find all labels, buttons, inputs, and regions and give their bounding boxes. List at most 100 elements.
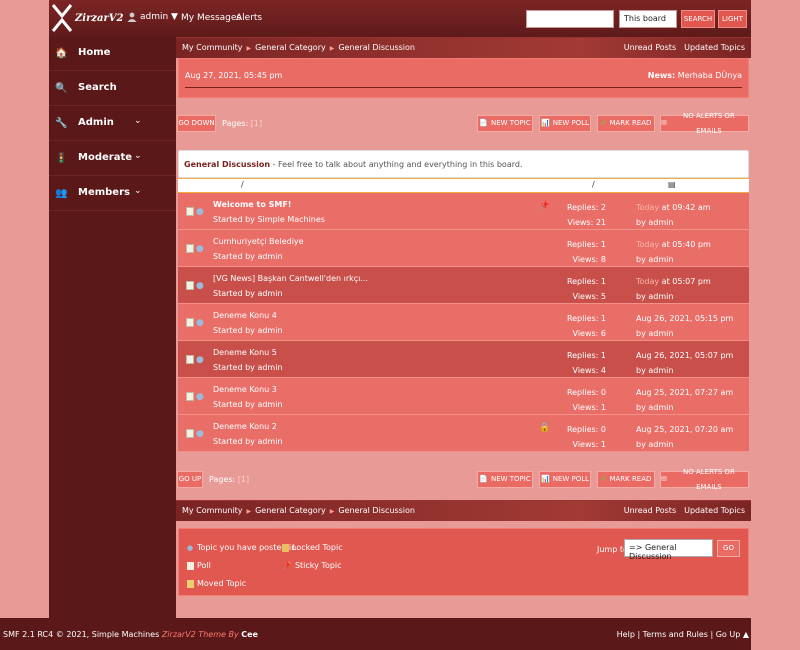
topic-title[interactable]: Deneme Konu 5 <box>213 348 277 357</box>
no-alerts-button[interactable]: ✉ NO ALERTS OR EMAILS <box>660 468 749 491</box>
updated-topics-link[interactable]: Updated Topics <box>684 43 745 52</box>
user-menu[interactable]: admin ▼ <box>127 12 178 22</box>
last-post-sort-icon[interactable]: ▤ <box>668 180 676 189</box>
views-count: Views: 1 <box>572 403 606 412</box>
last-post-author[interactable]: admin <box>648 218 673 227</box>
table-row[interactable]: ● Cumhuriyetçi Belediye Started by admin… <box>178 230 749 267</box>
footer-links[interactable]: Help | Terms and Rules | Go Up ▲ <box>617 630 749 639</box>
last-post-time[interactable]: Aug 25, 2021, 07:27 am <box>636 388 733 397</box>
topic-stats: Replies: 1 Views: 6 <box>563 311 606 341</box>
legend-item: Locked Topic <box>282 543 343 552</box>
last-post-time[interactable]: at 05:07 pm <box>659 277 711 286</box>
last-post-author[interactable]: admin <box>648 329 673 338</box>
last-post-author[interactable]: admin <box>648 255 673 264</box>
light-theme-button[interactable]: LIGHT <box>718 10 747 28</box>
new-topic-icon: 📄 <box>479 475 488 483</box>
go-up-button[interactable]: GO UP <box>177 471 203 488</box>
topic-author[interactable]: admin <box>257 289 282 298</box>
my-messages-link[interactable]: My Messages <box>181 13 241 23</box>
last-post-author[interactable]: admin <box>648 366 673 375</box>
topic-title[interactable]: Deneme Konu 4 <box>213 311 277 320</box>
breadcrumb: My Community ▶ General Category ▶ Genera… <box>176 37 751 58</box>
topic-title[interactable]: Deneme Konu 2 <box>213 422 277 431</box>
topic-author[interactable]: admin <box>257 252 282 261</box>
topic-title[interactable]: Cumhuriyetçi Belediye <box>213 237 304 246</box>
breadcrumb-item[interactable]: General Discussion <box>338 43 415 54</box>
sidebar-item-label: Search <box>78 82 117 93</box>
last-post-author[interactable]: admin <box>648 403 673 412</box>
sidebar-item-label: Admin <box>78 117 114 128</box>
chevron-down-icon[interactable]: ⌄ <box>134 151 142 161</box>
go-down-button[interactable]: GO DOWN <box>177 115 216 132</box>
mark-read-button[interactable]: ✔ MARK READ <box>597 471 655 488</box>
theme-author[interactable]: Cee <box>241 630 258 639</box>
posted-in-icon: ● <box>196 318 204 328</box>
subject-sort-link[interactable]: / <box>241 180 244 189</box>
updated-topics-link[interactable]: Updated Topics <box>684 506 745 515</box>
topic-author[interactable]: admin <box>257 437 282 446</box>
topic-author[interactable]: Simple Machines <box>257 215 325 224</box>
search-input[interactable] <box>526 10 614 28</box>
breadcrumb-item[interactable]: My Community <box>182 43 242 54</box>
by-label: by <box>636 440 649 449</box>
last-post-time[interactable]: at 05:40 pm <box>659 240 711 249</box>
last-post-author[interactable]: admin <box>648 440 673 449</box>
table-row[interactable]: ● Deneme Konu 5 Started by admin Replies… <box>178 341 749 378</box>
by-label: by <box>636 366 649 375</box>
footer-copyright: SMF 2.1 RC4 © 2021, Simple Machines Zirz… <box>3 630 258 639</box>
last-post-time[interactable]: Aug 26, 2021, 05:15 pm <box>636 314 733 323</box>
page-link[interactable]: [1] <box>238 475 249 484</box>
topic-title[interactable]: Welcome to SMF! <box>213 200 291 209</box>
table-row[interactable]: ● [VG News] Başkan Cantwell'den ırkçı...… <box>178 267 749 304</box>
unread-posts-link[interactable]: Unread Posts <box>624 43 676 52</box>
topic-starter: Started by admin <box>213 289 283 298</box>
sidebar-item-moderate[interactable]: 🚦 Moderate ⌄ <box>49 142 176 176</box>
last-post-time[interactable]: Aug 26, 2021, 05:07 pm <box>636 351 733 360</box>
topic-author[interactable]: admin <box>257 363 282 372</box>
topic-starter: Started by Simple Machines <box>213 215 325 224</box>
sidebar-item-search[interactable]: 🔍 Search <box>49 72 176 106</box>
chevron-down-icon[interactable]: ⌄ <box>134 186 142 196</box>
topic-title[interactable]: Deneme Konu 3 <box>213 385 277 394</box>
sidebar-item-home[interactable]: 🏠 Home <box>49 37 176 71</box>
alerts-link[interactable]: Alerts <box>236 13 262 23</box>
chevron-down-icon[interactable]: ⌄ <box>134 116 142 126</box>
button-label: NEW POLL <box>552 119 590 127</box>
logo-icon[interactable] <box>51 3 73 33</box>
search-scope-select[interactable]: This board <box>619 10 677 28</box>
jump-to-select[interactable]: => General Discussion <box>624 539 713 561</box>
last-post: Aug 25, 2021, 07:20 am by admin <box>636 422 733 452</box>
new-topic-button[interactable]: 📄 NEW TOPIC <box>477 115 533 132</box>
sidebar-item-admin[interactable]: 🔧 Admin ⌄ <box>49 107 176 141</box>
topic-title[interactable]: [VG News] Başkan Cantwell'den ırkçı... <box>213 274 368 283</box>
breadcrumb-item[interactable]: My Community <box>182 506 242 517</box>
table-row[interactable]: ● Welcome to SMF! Started by Simple Mach… <box>178 193 749 230</box>
brand-name[interactable]: ZirzarV2 <box>75 13 124 24</box>
replies-count: Replies: 1 <box>566 277 606 286</box>
last-post: Aug 26, 2021, 05:15 pm by admin <box>636 311 733 341</box>
new-poll-button[interactable]: 📊 NEW POLL <box>539 471 591 488</box>
page-link[interactable]: [1] <box>251 119 262 128</box>
new-poll-button[interactable]: 📊 NEW POLL <box>539 115 591 132</box>
mark-read-button[interactable]: ✔ MARK READ <box>597 115 655 132</box>
topic-author[interactable]: admin <box>257 400 282 409</box>
breadcrumb-item[interactable]: General Category <box>255 43 326 54</box>
last-post-time[interactable]: at 09:42 am <box>659 203 711 212</box>
sidebar-item-members[interactable]: 👥 Members ⌄ <box>49 177 176 211</box>
pagination: Pages: [1] <box>209 475 249 484</box>
table-row[interactable]: ● Deneme Konu 4 Started by admin Replies… <box>178 304 749 341</box>
breadcrumb-item[interactable]: General Category <box>255 506 326 517</box>
last-post-author[interactable]: admin <box>648 292 673 301</box>
stats-sort-link[interactable]: / <box>592 180 595 189</box>
last-post-time[interactable]: Aug 25, 2021, 07:20 am <box>636 425 733 434</box>
topic-icon <box>186 281 194 290</box>
search-button[interactable]: SEARCH <box>681 10 715 28</box>
jump-go-button[interactable]: GO <box>717 540 740 557</box>
topic-author[interactable]: admin <box>257 326 282 335</box>
unread-posts-link[interactable]: Unread Posts <box>624 506 676 515</box>
table-row[interactable]: ● Deneme Konu 3 Started by admin Replies… <box>178 378 749 415</box>
new-topic-button[interactable]: 📄 NEW TOPIC <box>477 471 533 488</box>
table-row[interactable]: ● Deneme Konu 2 Started by admin 🔒 Repli… <box>178 415 749 452</box>
no-alerts-button[interactable]: ✉ NO ALERTS OR EMAILS <box>660 112 749 135</box>
breadcrumb-item[interactable]: General Discussion <box>338 506 415 517</box>
